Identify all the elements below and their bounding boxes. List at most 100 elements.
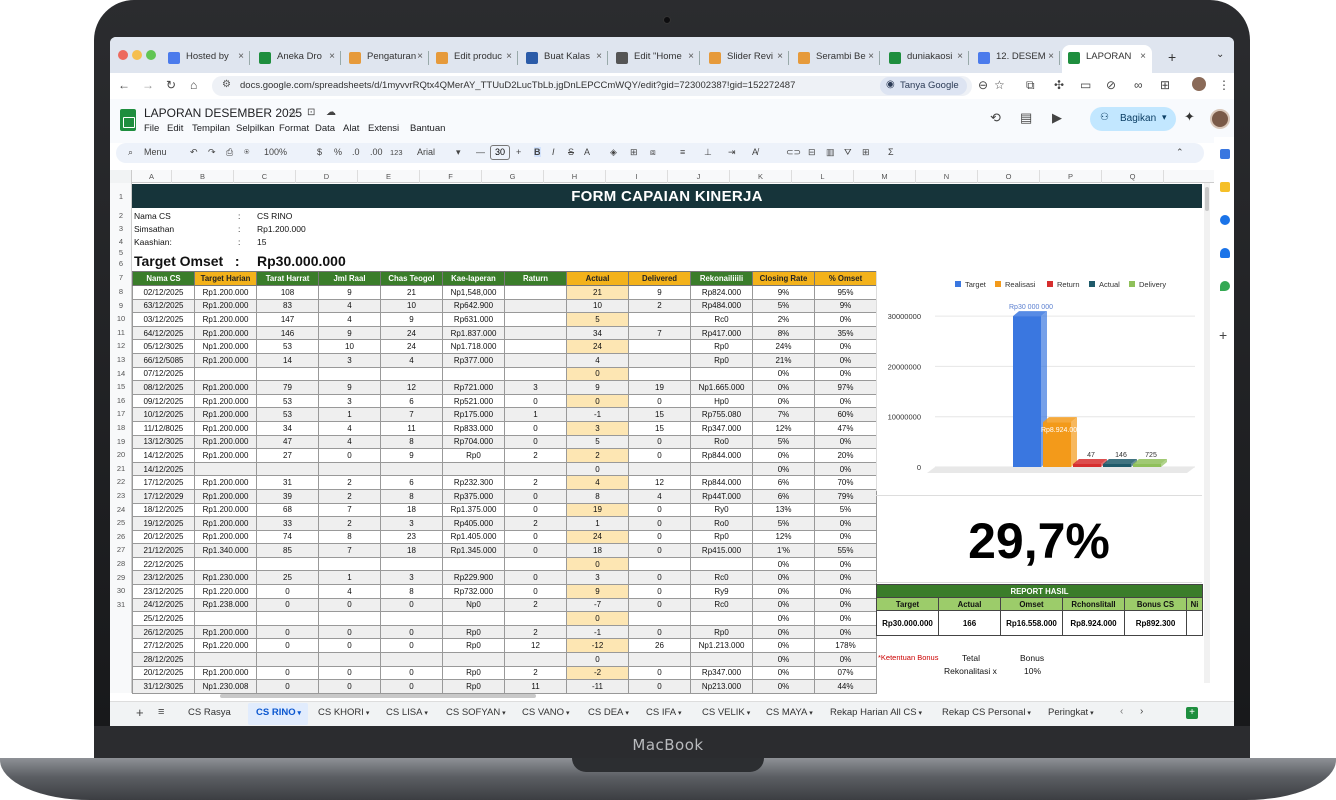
table-cell[interactable]: 0% (814, 624, 877, 640)
table-cell[interactable]: 24 (380, 339, 443, 354)
table-cell[interactable]: 14 (256, 352, 319, 368)
column-header[interactable]: E (358, 170, 420, 183)
table-cell[interactable]: 55% (814, 543, 877, 558)
table-cell[interactable]: 0% (814, 556, 877, 572)
table-cell[interactable]: Rp1.200.000 (194, 352, 257, 368)
table-cell[interactable]: 18 (380, 543, 443, 558)
table-cell[interactable]: 20/12/2025 (132, 665, 195, 681)
row-header[interactable]: 22 (110, 477, 132, 486)
report-value-cell[interactable] (1186, 610, 1203, 636)
table-cell[interactable]: Rp415.000 (690, 543, 753, 558)
table-cell[interactable]: 4 (628, 488, 691, 504)
table-cell[interactable]: 4 (318, 420, 381, 436)
menu-item[interactable]: Format (279, 123, 309, 134)
table-cell[interactable]: 2 (318, 516, 381, 531)
row-header[interactable]: 20 (110, 450, 132, 459)
table-cell[interactable]: 31/12/3025 (132, 679, 195, 694)
table-cell[interactable]: 5% (752, 434, 815, 450)
table-cell[interactable]: 0% (752, 393, 815, 409)
table-cell[interactable]: 2% (752, 312, 815, 327)
sheet-tab-menu-icon[interactable]: ▾ (1025, 710, 1031, 717)
table-cell[interactable]: 39 (256, 488, 319, 504)
table-cell[interactable] (318, 366, 381, 382)
table-cell[interactable]: 21 (380, 285, 443, 300)
table-cell[interactable]: 23 (380, 529, 443, 545)
table-cell[interactable]: 5 (566, 434, 629, 450)
menu-item[interactable]: Edit (167, 123, 183, 134)
column-header[interactable]: Q (1102, 170, 1164, 183)
strikethrough-button[interactable]: S (568, 147, 574, 157)
table-cell[interactable]: Rp1.340.000 (194, 543, 257, 558)
table-cell[interactable]: 21/12/2025 (132, 543, 195, 558)
table-cell[interactable]: Rp347.000 (690, 665, 753, 681)
table-cell[interactable]: Np1.200.000 (194, 339, 257, 354)
table-cell[interactable]: 0 (318, 597, 381, 613)
table-cell[interactable]: 17/12/2029 (132, 488, 195, 504)
table-cell[interactable]: 0% (814, 352, 877, 368)
table-cell[interactable]: 12% (752, 420, 815, 436)
table-cell[interactable] (504, 461, 567, 477)
table-cell[interactable]: 0% (752, 448, 815, 463)
collapse-toolbar-icon[interactable]: ⌃ (1176, 147, 1184, 158)
text-wrap-icon[interactable]: ⇥ (728, 147, 736, 158)
new-tab-icon[interactable]: + (1168, 49, 1176, 65)
table-cell[interactable]: 3 (380, 570, 443, 586)
table-cell[interactable]: 147 (256, 312, 319, 327)
table-cell[interactable]: 34 (566, 325, 629, 341)
table-cell[interactable]: Rp0 (442, 679, 505, 694)
table-cell[interactable]: 18/12/2025 (132, 502, 195, 518)
table-cell[interactable]: 8 (380, 584, 443, 599)
table-cell[interactable]: Rp1.200.000 (194, 516, 257, 531)
browser-tab[interactable]: Pengaturan × (343, 45, 429, 73)
table-cell[interactable] (194, 652, 257, 667)
user-avatar[interactable] (1210, 109, 1230, 129)
report-header-cell[interactable]: Omset (1000, 597, 1063, 611)
bookmark-star-icon[interactable]: ☆ (994, 78, 1005, 92)
table-cell[interactable]: Rp1.220.000 (194, 584, 257, 599)
merge-cells-icon[interactable]: ⧈ (650, 147, 656, 158)
borders-icon[interactable]: ⊞ (630, 147, 638, 158)
table-header-cell[interactable]: Target Harian (194, 271, 257, 286)
table-cell[interactable]: Rp1.200.000 (194, 380, 257, 395)
sheet-tab-menu-icon[interactable]: ▾ (564, 710, 570, 717)
table-cell[interactable] (628, 461, 691, 477)
table-cell[interactable]: 12 (504, 638, 567, 654)
table-cell[interactable]: 0% (752, 611, 815, 626)
vertical-scrollbar[interactable] (1205, 187, 1209, 211)
table-cell[interactable]: Ro0 (690, 434, 753, 450)
password-icon[interactable]: ∞ (1134, 78, 1143, 92)
percent-format-button[interactable]: % (334, 147, 342, 157)
table-cell[interactable]: 5% (752, 516, 815, 531)
row-header[interactable]: 1 (110, 192, 132, 201)
maximize-window-icon[interactable] (146, 50, 156, 60)
row-header[interactable]: 18 (110, 423, 132, 432)
table-cell[interactable]: -2 (566, 665, 629, 681)
table-cell[interactable]: 12 (380, 380, 443, 395)
table-cell[interactable]: -1 (566, 407, 629, 422)
table-cell[interactable] (442, 652, 505, 667)
table-cell[interactable]: 0 (628, 624, 691, 640)
extension-icon[interactable]: ⧉ (1026, 78, 1035, 93)
sheet-tab[interactable]: CS MAYA ▾ (766, 707, 813, 718)
table-cell[interactable]: Ry0 (690, 502, 753, 518)
table-cell[interactable]: 9% (814, 298, 877, 314)
browser-tab[interactable]: Serambi Be × (792, 45, 880, 73)
table-cell[interactable]: 14/12/2025 (132, 461, 195, 477)
horizontal-scrollbar[interactable] (220, 694, 536, 698)
info-label-days[interactable]: Kaashian: (134, 237, 172, 247)
table-cell[interactable]: 0 (256, 597, 319, 613)
table-cell[interactable]: 74 (256, 529, 319, 545)
table-cell[interactable]: 178% (814, 638, 877, 654)
table-cell[interactable] (256, 366, 319, 382)
table-cell[interactable] (194, 461, 257, 477)
table-cell[interactable] (504, 366, 567, 382)
table-cell[interactable]: Np1.718.000 (442, 339, 505, 354)
column-header[interactable]: O (978, 170, 1040, 183)
table-cell[interactable]: 0 (628, 502, 691, 518)
row-header[interactable]: 19 (110, 437, 132, 446)
report-value-cell[interactable]: Rp16.558.000 (1000, 610, 1063, 636)
sheet-tab[interactable]: Peringkat ▾ (1048, 707, 1094, 718)
table-cell[interactable]: 0 (628, 448, 691, 463)
table-cell[interactable]: 0 (504, 543, 567, 558)
report-header-cell[interactable]: Actual (938, 597, 1001, 611)
